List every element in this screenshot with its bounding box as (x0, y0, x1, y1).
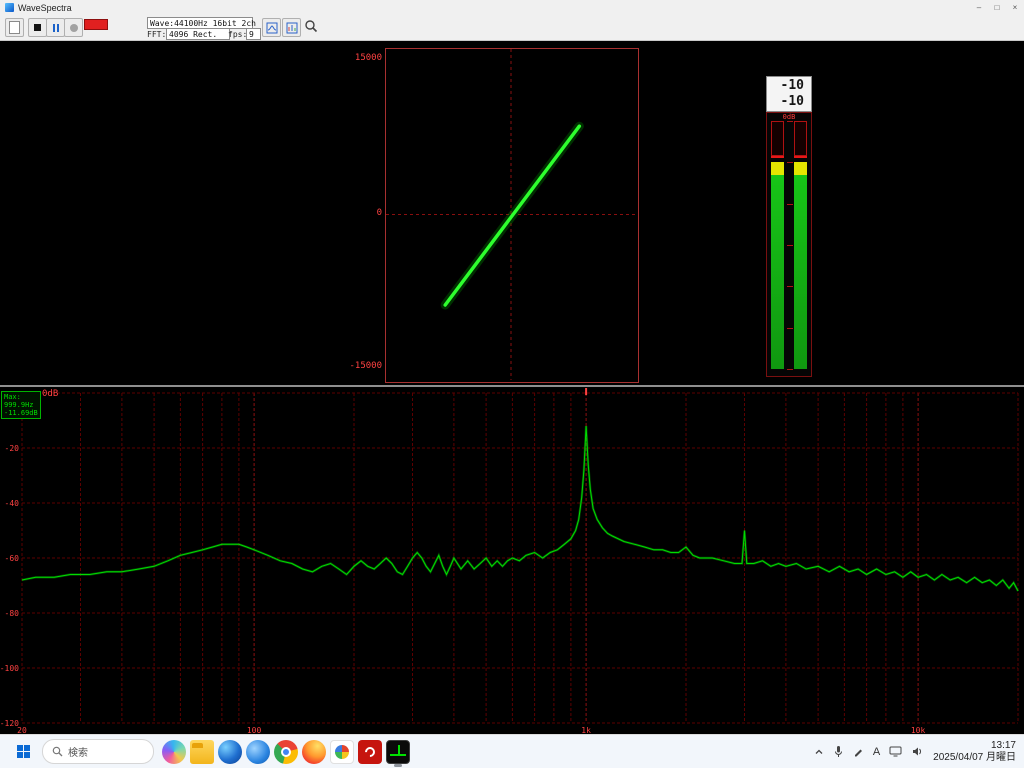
pen-icon (853, 746, 864, 757)
microphone-button[interactable] (833, 745, 844, 758)
file-button[interactable] (5, 18, 24, 37)
record-level-indicator (84, 19, 108, 30)
ime-indicator[interactable]: A (873, 746, 880, 758)
app-icon (5, 3, 14, 12)
fps-label: fps: (228, 30, 247, 39)
display-icon (889, 746, 902, 757)
level-meter: 0dB (766, 112, 812, 377)
magnifier-icon (304, 19, 318, 33)
meter-scale (786, 113, 794, 376)
windows-logo-icon (17, 745, 30, 758)
spectrum-panel: Max: 999.9Hz -11.69dB 0dB -20 -40 -60 -80 -1… (0, 385, 1024, 738)
acrobat-icon[interactable] (358, 740, 382, 764)
spectrum-plot: -20-40-60-80-100-120201001k10k (0, 387, 1024, 736)
record-icon (70, 24, 78, 32)
spectrum-settings-button[interactable] (282, 18, 301, 37)
date-text: 2025/04/07 月曜日 (933, 752, 1016, 764)
meter-readout-right: -10 (781, 94, 804, 110)
blueapp-icon[interactable] (246, 740, 270, 764)
meter-readout-left: -10 (781, 78, 804, 94)
max-label: Max: (4, 393, 38, 401)
microphone-icon (833, 745, 844, 758)
svg-text:-60: -60 (5, 554, 20, 563)
lissajous-box (385, 48, 639, 383)
time-text: 13:17 (933, 740, 1016, 752)
volume-button[interactable] (911, 746, 924, 757)
clock[interactable]: 13:17 2025/04/07 月曜日 (933, 740, 1016, 764)
waveform-icon (266, 22, 278, 34)
pen-button[interactable] (853, 746, 864, 757)
search-input[interactable]: 検索 (42, 739, 154, 764)
system-tray: A 13:17 2025/04/07 月曜日 (814, 740, 1024, 764)
max-frequency: 999.9Hz (4, 401, 38, 409)
svg-text:-20: -20 (5, 444, 20, 453)
chrome-icon[interactable] (274, 740, 298, 764)
pause-icon (53, 24, 59, 32)
scope-panel: 15000 0 -15000 -10 -10 0dB (0, 41, 1024, 385)
toolbar: Wave:44100Hz 16bit 2ch FFT: 4096 Rect. f… (0, 15, 1024, 41)
lissajous-plot (386, 49, 636, 380)
display-tray-button[interactable] (889, 746, 902, 757)
max-info-box: Max: 999.9Hz -11.69dB (1, 391, 41, 419)
scope-y-min-label: -15000 (328, 361, 382, 371)
chevron-up-icon (814, 747, 824, 757)
waveform-view-button[interactable] (262, 18, 281, 37)
close-button[interactable]: × (1006, 0, 1024, 15)
svg-text:-40: -40 (5, 499, 20, 508)
fft-size-field[interactable]: 4096 Rect. (166, 28, 230, 40)
start-button[interactable] (10, 739, 36, 765)
photos-icon[interactable] (330, 740, 354, 764)
max-level: -11.69dB (4, 409, 38, 417)
spectrum-settings-icon (286, 22, 298, 34)
scope-y-zero-label: 0 (328, 208, 382, 218)
meter-readout: -10 -10 (766, 76, 812, 112)
zoom-button[interactable] (304, 19, 318, 35)
search-placeholder: 検索 (68, 744, 88, 759)
search-icon (52, 746, 63, 757)
spectrum-0db-label: 0dB (42, 389, 58, 399)
stop-button[interactable] (28, 18, 47, 37)
minimize-button[interactable]: – (970, 0, 988, 15)
fft-label: FFT: (147, 30, 166, 39)
wavespectra-icon[interactable] (386, 740, 410, 764)
stop-icon (34, 24, 41, 31)
speaker-icon (911, 746, 924, 757)
taskbar-apps (162, 740, 410, 764)
edge-icon[interactable] (218, 740, 242, 764)
title-bar: WaveSpectra – □ × (0, 0, 1024, 15)
svg-text:-100: -100 (0, 664, 19, 673)
pause-button[interactable] (46, 18, 65, 37)
record-button[interactable] (64, 18, 83, 37)
svg-text:-80: -80 (5, 609, 20, 618)
scope-y-max-label: 15000 (328, 53, 382, 63)
wavespectra-window: WaveSpectra – □ × Wave:44100Hz 16bit 2ch… (0, 0, 1024, 735)
firefox-icon[interactable] (302, 740, 326, 764)
taskbar: 検索 A (0, 734, 1024, 768)
meter-bar-right (794, 113, 807, 376)
fps-field[interactable]: 9 (246, 28, 261, 40)
document-icon (9, 21, 20, 34)
meter-bar-left (771, 113, 784, 376)
window-title: WaveSpectra (18, 3, 72, 13)
copilot-icon[interactable] (162, 740, 186, 764)
explorer-icon[interactable] (190, 740, 214, 764)
tray-overflow-button[interactable] (814, 747, 824, 757)
maximize-button[interactable]: □ (988, 0, 1006, 15)
